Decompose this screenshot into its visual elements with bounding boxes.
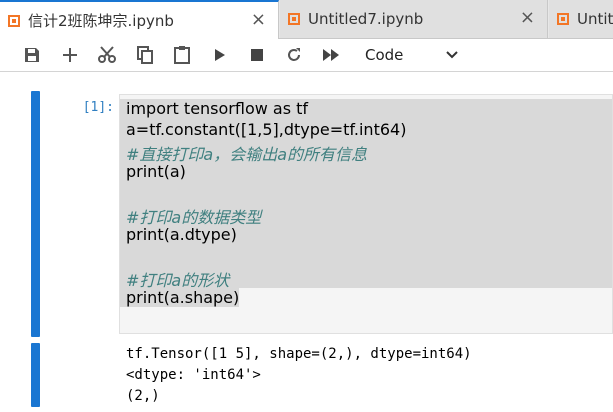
insert-cell-button[interactable]	[59, 44, 81, 66]
code-line-9: #打印a的形状	[120, 267, 612, 290]
restart-icon	[288, 48, 300, 61]
fast-forward-icon	[323, 49, 339, 61]
close-icon[interactable]: ×	[520, 9, 535, 27]
stop-icon	[251, 49, 263, 61]
code-line-5	[120, 183, 612, 204]
code-line-1: import tensorflow as tf	[120, 99, 612, 120]
code-line-3: #直接打印a，会输出a的所有信息	[120, 141, 612, 164]
stop-button[interactable]	[246, 44, 268, 66]
paste-icon	[174, 46, 190, 64]
tab-notebook-1[interactable]: 信计2班陈坤宗.ipynb ×	[0, 0, 279, 39]
code-text: print(a.dtype)	[126, 225, 237, 244]
code-line-7: print(a.dtype)	[120, 225, 612, 246]
save-icon	[25, 48, 39, 62]
tab-notebook-3[interactable]: Untit	[549, 0, 613, 38]
notebook-toolbar: Code	[0, 39, 613, 72]
tab-title: Untit	[577, 10, 613, 28]
code-text: a=tf.constant([1,5],dtype=tf.int64)	[126, 120, 407, 139]
add-icon	[63, 48, 77, 62]
code-line-8	[120, 246, 612, 267]
input-collapser[interactable]	[31, 91, 40, 337]
cell-output: tf.Tensor([1 5], shape=(2,), dtype=int64…	[126, 344, 472, 407]
cell-type-value: Code	[365, 46, 404, 64]
copy-button[interactable]	[134, 44, 156, 66]
chevron-down-icon	[446, 51, 458, 59]
code-line-10: print(a.shape)	[120, 288, 612, 309]
run-icon	[215, 49, 225, 61]
save-button[interactable]	[21, 44, 43, 66]
code-text: print(a)	[126, 162, 186, 181]
close-icon[interactable]: ×	[251, 11, 266, 29]
cell-type-select[interactable]: Code	[358, 42, 468, 68]
paste-button[interactable]	[171, 44, 193, 66]
output-line: (2,)	[126, 388, 160, 404]
code-text: import tensorflow as tf	[126, 99, 309, 118]
notebook-icon	[288, 13, 300, 25]
copy-icon	[137, 46, 153, 64]
restart-button[interactable]	[283, 44, 305, 66]
tab-title: 信计2班陈坤宗.ipynb	[28, 12, 174, 30]
notebook-icon	[8, 14, 20, 27]
restart-run-all-button[interactable]	[320, 44, 342, 66]
tab-title: Untitled7.ipynb	[308, 10, 424, 28]
tab-notebook-2[interactable]: Untitled7.ipynb ×	[280, 0, 548, 38]
code-line-6: #打印a的数据类型	[120, 204, 612, 227]
output-line: <dtype: 'int64'>	[126, 367, 261, 383]
code-line-2: a=tf.constant([1,5],dtype=tf.int64)	[120, 120, 612, 141]
cut-button[interactable]	[96, 44, 118, 66]
output-collapser[interactable]	[31, 343, 40, 407]
code-text: print(a.shape)	[120, 288, 240, 307]
tab-bar: 信计2班陈坤宗.ipynb × Untitled7.ipynb × Untit	[0, 0, 613, 39]
code-selection: import tensorflow as tf a=tf.constant([1…	[120, 99, 612, 309]
notebook-panel: [1]: import tensorflow as tf a=tf.consta…	[0, 72, 613, 412]
output-line: tf.Tensor([1 5], shape=(2,), dtype=int64…	[126, 346, 472, 362]
code-line-4: print(a)	[120, 162, 612, 183]
code-editor[interactable]: import tensorflow as tf a=tf.constant([1…	[119, 94, 613, 334]
run-button[interactable]	[209, 44, 231, 66]
cut-icon	[98, 46, 116, 63]
notebook-icon	[557, 13, 569, 25]
cell-prompt: [1]:	[82, 100, 114, 115]
